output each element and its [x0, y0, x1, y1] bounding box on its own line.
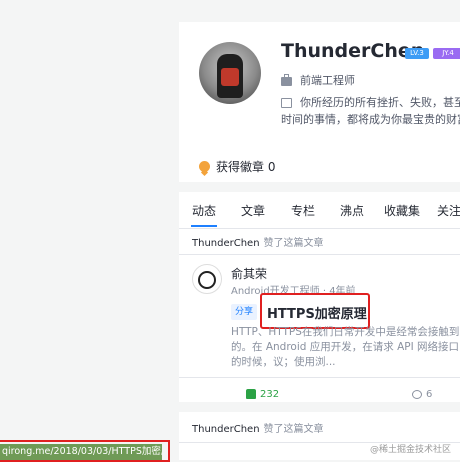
bio-line-2: 时间的事情，都将成为你最宝贵的财富。	[281, 113, 460, 126]
activity-feed-card: 动态 文章 专栏 沸点 收藏集 关注 ThunderChen 赞了这篇文章 俞其荣…	[179, 192, 460, 402]
article-title-highlight	[260, 293, 370, 329]
author-name[interactable]: 俞其荣	[231, 265, 267, 282]
like-button[interactable]: 232	[246, 389, 279, 400]
bio-row: 你所经历的所有挫折、失败，甚至那些 时间的事情，都将成为你最宝贵的财富。	[281, 94, 460, 128]
profile-tabs: 动态 文章 专栏 沸点 收藏集 关注	[179, 192, 460, 229]
author-avatar[interactable]	[192, 264, 222, 294]
like-count: 232	[260, 389, 280, 400]
activity-actor[interactable]: ThunderChen	[192, 238, 260, 249]
book-icon	[281, 98, 292, 108]
tab-following[interactable]: 关注	[437, 202, 460, 219]
tab-pins[interactable]: 沸点	[340, 202, 364, 219]
comment-icon	[412, 389, 422, 399]
tab-columns[interactable]: 专栏	[291, 202, 315, 219]
jy-badge[interactable]: JY.4	[433, 48, 460, 59]
medal-icon	[199, 160, 210, 175]
left-pane	[0, 0, 179, 460]
activity-action: 赞了这篇文章	[263, 238, 324, 249]
active-tab-indicator	[191, 225, 217, 227]
job-title: 前端工程师	[300, 74, 355, 87]
avatar-shirt	[221, 68, 239, 86]
activity-actor[interactable]: ThunderChen	[192, 424, 260, 435]
share-tag: 分享	[231, 304, 258, 320]
badges-row[interactable]: 获得徽章 0	[199, 158, 275, 175]
thumbs-up-icon	[246, 389, 256, 399]
level-badge[interactable]: LV.3	[405, 48, 429, 59]
activity-line: ThunderChen 赞了这篇文章	[192, 234, 324, 249]
username: ThunderChen	[281, 40, 425, 62]
bio-line-1: 你所经历的所有挫折、失败，甚至那些	[300, 96, 460, 109]
divider	[179, 254, 460, 255]
briefcase-icon	[281, 73, 292, 86]
comment-count: 6	[426, 389, 433, 400]
activity-action: 赞了这篇文章	[263, 424, 324, 435]
divider	[179, 377, 460, 378]
badges-label: 获得徽章 0	[216, 160, 276, 174]
tab-activity[interactable]: 动态	[192, 202, 216, 219]
tab-articles[interactable]: 文章	[241, 202, 265, 219]
activity-line: ThunderChen 赞了这篇文章	[192, 420, 324, 435]
user-avatar[interactable]	[199, 42, 261, 104]
tab-collections[interactable]: 收藏集	[384, 202, 420, 219]
job-title-row: 前端工程师	[281, 72, 355, 88]
profile-card: ThunderChen LV.3 JY.4 前端工程师 你所经历的所有挫折、失败…	[179, 22, 460, 182]
watermark: @稀土掘金技术社区	[370, 445, 452, 455]
comment-button[interactable]: 6	[412, 389, 432, 400]
status-bar-highlight	[0, 440, 170, 462]
article-excerpt[interactable]: HTTP、HTTPS在我们日常开发中是经常会接触到的。在 Android 应用开…	[231, 325, 460, 370]
